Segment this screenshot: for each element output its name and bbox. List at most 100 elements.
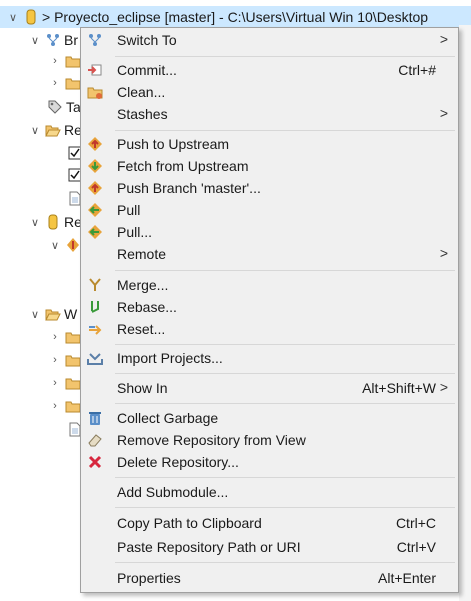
folder-open-icon [45, 306, 61, 322]
folder-icon [65, 53, 81, 69]
menu-shortcut: Alt+Shift+W [362, 380, 436, 396]
menu-label: Copy Path to Clipboard [117, 515, 262, 531]
tree-row-root-repository[interactable]: ∨ > Proyecto_eclipse [master] - C:\Users… [0, 6, 471, 28]
delete-icon [87, 454, 103, 470]
menu-shortcut: Ctrl+# [398, 62, 436, 78]
menu-label: Push to Upstream [117, 136, 230, 152]
chevron-down-icon[interactable]: ∨ [28, 308, 42, 321]
chevron-down-icon[interactable]: ∨ [28, 34, 42, 47]
menu-separator [115, 507, 455, 508]
menu-label: Pull [117, 202, 141, 218]
tree-row-wt-3[interactable]: › [48, 372, 84, 394]
menu-label: Properties [117, 570, 181, 586]
chevron-right-icon[interactable]: › [48, 331, 62, 343]
menu-item-fetch-from-upstream[interactable]: Fetch from Upstream [81, 155, 458, 177]
chevron-right-icon[interactable]: › [48, 354, 62, 366]
menu-item-properties[interactable]: Properties Alt+Enter [81, 567, 458, 589]
menu-label: Stashes [117, 106, 168, 122]
menu-item-push-branch[interactable]: Push Branch 'master'... [81, 177, 458, 199]
menu-label: Paste Repository Path or URI [117, 539, 301, 555]
menu-item-commit[interactable]: Commit... Ctrl+# [81, 59, 458, 81]
folder-icon [65, 398, 81, 414]
fetch-icon [87, 158, 103, 174]
chevron-right-icon[interactable]: › [48, 400, 62, 412]
menu-label: Remote [117, 246, 167, 262]
adjacent-view-edge [459, 25, 471, 601]
menu-item-copy-path[interactable]: Copy Path to Clipboard Ctrl+C [81, 512, 458, 534]
push-branch-icon [87, 180, 103, 196]
menu-label: Push Branch 'master'... [117, 180, 261, 196]
menu-item-clean[interactable]: Clean... [81, 81, 458, 103]
tree-row-references[interactable]: ∨ Re [28, 119, 82, 141]
menu-item-pull[interactable]: Pull [81, 199, 458, 221]
menu-item-add-submodule[interactable]: Add Submodule... [81, 481, 458, 503]
menu-item-remove-repository[interactable]: Remove Repository from View [81, 429, 458, 451]
menu-separator [115, 477, 455, 478]
chevron-down-icon[interactable]: ∨ [48, 239, 62, 252]
menu-separator [115, 130, 455, 131]
tree-row-wt-1[interactable]: › [48, 326, 84, 348]
repository-icon [23, 9, 39, 25]
menu-item-stashes[interactable]: Stashes > [81, 103, 458, 125]
menu-label: Clean... [117, 84, 166, 100]
pull-icon [87, 202, 103, 218]
folder-icon [65, 352, 81, 368]
menu-item-merge[interactable]: Merge... [81, 274, 458, 296]
menu-label: Switch To [117, 32, 177, 48]
chevron-right-icon[interactable]: › [48, 55, 62, 67]
chevron-down-icon[interactable]: ∨ [6, 11, 20, 24]
tree-row-working-tree[interactable]: ∨ W [28, 303, 77, 325]
chevron-down-icon[interactable]: ∨ [28, 216, 42, 229]
menu-separator [115, 403, 455, 404]
chevron-down-icon[interactable]: ∨ [28, 124, 42, 137]
tree-row-local[interactable]: › [48, 50, 84, 72]
pull-icon [87, 224, 103, 240]
menu-label: Remove Repository from View [117, 432, 306, 448]
menu-item-push-to-upstream[interactable]: Push to Upstream [81, 133, 458, 155]
reset-icon [87, 321, 103, 337]
menu-label: Commit... [117, 62, 177, 78]
menu-label: Show In [117, 380, 168, 396]
menu-item-delete-repository[interactable]: Delete Repository... [81, 451, 458, 473]
menu-item-show-in[interactable]: Show In Alt+Shift+W > [81, 377, 458, 399]
eraser-icon [87, 432, 103, 448]
tree-row-branches[interactable]: ∨ Br [28, 29, 78, 51]
folder-icon [65, 375, 81, 391]
tree-row-remote-tracking[interactable]: › [48, 72, 84, 94]
menu-label: Rebase... [117, 299, 177, 315]
tree-row-remotes[interactable]: ∨ Re [28, 211, 82, 233]
menu-item-reset[interactable]: Reset... [81, 318, 458, 340]
menu-shortcut: Ctrl+C [395, 515, 436, 531]
menu-separator [115, 373, 455, 374]
menu-item-paste-path[interactable]: Paste Repository Path or URI Ctrl+V [81, 536, 458, 558]
tree-label-branches: Br [64, 32, 78, 48]
commit-icon [87, 62, 103, 78]
tree-row-origin[interactable]: ∨ [48, 234, 84, 256]
menu-item-switch-to[interactable]: Switch To > [81, 29, 458, 51]
menu-item-remote[interactable]: Remote > [81, 243, 458, 265]
context-menu: Switch To > Commit... Ctrl+# Clean... St… [80, 27, 459, 593]
rebase-icon [87, 299, 103, 315]
menu-label: Reset... [117, 321, 166, 337]
chevron-right-icon[interactable]: › [48, 77, 62, 89]
menu-item-pull-dialog[interactable]: Pull... [81, 221, 458, 243]
repository-title: > Proyecto_eclipse [master] - C:\Users\V… [42, 9, 429, 25]
tree-row-wt-4[interactable]: › [48, 395, 84, 417]
menu-shortcut: Alt+Enter [378, 570, 436, 586]
menu-item-rebase[interactable]: Rebase... [81, 296, 458, 318]
menu-label: Import Projects... [117, 350, 223, 366]
menu-item-collect-garbage[interactable]: Collect Garbage [81, 407, 458, 429]
folder-icon [65, 75, 81, 91]
push-icon [87, 136, 103, 152]
trash-icon [87, 410, 103, 426]
tree-row-tags[interactable]: Ta [44, 96, 81, 118]
menu-label: Delete Repository... [117, 454, 239, 470]
chevron-right-icon[interactable]: › [48, 377, 62, 389]
tree-label-working-tree: W [64, 306, 78, 322]
tree-row-wt-2[interactable]: › [48, 349, 84, 371]
menu-label: Collect Garbage [117, 410, 219, 426]
branches-icon [45, 32, 61, 48]
merge-icon [87, 277, 103, 293]
tree-label-tags: Ta [66, 99, 81, 115]
menu-item-import-projects[interactable]: Import Projects... [81, 347, 458, 369]
